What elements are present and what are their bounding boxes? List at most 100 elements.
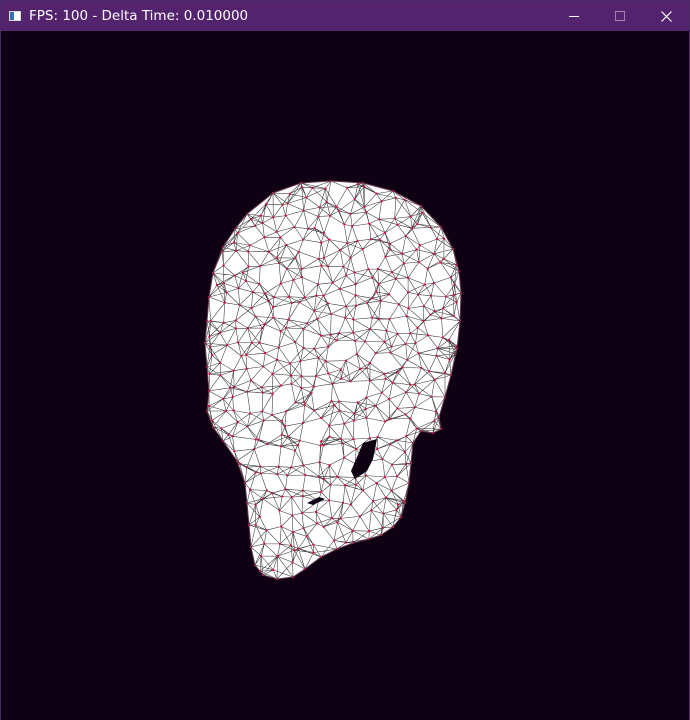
mesh-vertex bbox=[415, 427, 418, 430]
render-viewport[interactable] bbox=[1, 31, 689, 720]
mesh-vertex bbox=[314, 510, 318, 514]
mesh-vertex bbox=[208, 335, 211, 338]
mesh-vertex bbox=[254, 224, 257, 227]
mesh-vertex bbox=[344, 316, 347, 319]
mesh-vertex bbox=[219, 374, 222, 377]
mesh-vertex bbox=[339, 368, 343, 371]
mesh-vertex bbox=[377, 282, 380, 286]
mesh-vertex bbox=[254, 471, 257, 474]
mesh-vertex bbox=[236, 341, 240, 344]
mesh-vertex bbox=[413, 406, 416, 409]
mesh-vertex bbox=[276, 555, 279, 558]
app-window-icon bbox=[9, 11, 21, 21]
mesh-vertex bbox=[405, 435, 408, 438]
mesh-vertex bbox=[279, 330, 282, 333]
mesh-vertex bbox=[327, 345, 330, 348]
mesh-vertex bbox=[423, 283, 426, 286]
mesh-vertex bbox=[379, 299, 383, 302]
mesh-vertex bbox=[342, 456, 346, 459]
mesh-vertex bbox=[409, 383, 412, 386]
mesh-vertex bbox=[342, 442, 345, 445]
mesh-vertex bbox=[265, 489, 268, 492]
mesh-vertex bbox=[363, 205, 366, 209]
mesh-vertex bbox=[322, 477, 326, 481]
minimize-icon bbox=[569, 16, 579, 17]
mesh-vertex bbox=[265, 442, 269, 446]
mesh-vertex bbox=[254, 438, 257, 441]
mesh-vertex bbox=[422, 319, 425, 323]
mesh-vertex bbox=[294, 341, 297, 344]
mesh-vertex bbox=[339, 377, 343, 380]
mesh-vertex bbox=[433, 419, 436, 422]
mesh-vertex bbox=[260, 326, 264, 330]
mesh-vertex bbox=[401, 366, 404, 369]
mesh-vertex bbox=[417, 352, 420, 355]
mesh-vertex bbox=[416, 326, 419, 329]
mesh-vertex bbox=[267, 250, 271, 253]
mesh-vertex bbox=[298, 301, 301, 304]
mesh-vertex bbox=[338, 409, 341, 412]
mesh-vertex bbox=[410, 227, 413, 230]
mesh-vertex bbox=[429, 313, 432, 316]
mesh-vertex bbox=[272, 316, 275, 319]
mesh-vertex bbox=[343, 422, 346, 425]
mesh-vertex bbox=[289, 374, 293, 377]
mesh-vertex bbox=[240, 354, 243, 358]
mesh-vertex bbox=[383, 475, 387, 479]
mesh-vertex bbox=[328, 424, 331, 427]
mesh-vertex bbox=[390, 345, 393, 348]
mesh-vertex bbox=[293, 549, 296, 552]
mesh-vertex bbox=[452, 314, 456, 318]
mesh-vertex bbox=[406, 276, 410, 279]
mesh-vertex bbox=[233, 274, 236, 277]
mesh-vertex bbox=[259, 472, 262, 475]
mesh-vertex bbox=[244, 279, 248, 283]
mesh-vertex bbox=[312, 543, 315, 546]
mesh-vertex bbox=[415, 248, 418, 251]
mesh-vertex bbox=[320, 241, 323, 244]
mesh-vertex bbox=[389, 443, 392, 446]
mesh-vertex bbox=[337, 331, 341, 335]
close-button[interactable] bbox=[643, 1, 689, 31]
mesh-vertex bbox=[338, 287, 341, 290]
mesh-vertex bbox=[249, 412, 252, 415]
mesh-vertex bbox=[317, 215, 320, 218]
mesh-vertex bbox=[244, 353, 248, 357]
mesh-vertex bbox=[337, 400, 341, 403]
mesh-vertex bbox=[326, 302, 330, 305]
mesh-vertex bbox=[222, 282, 225, 285]
window-title: FPS: 100 - Delta Time: 0.010000 bbox=[29, 8, 249, 24]
mesh-vertex bbox=[263, 542, 266, 545]
mesh-vertex bbox=[380, 391, 383, 394]
mesh-vertex bbox=[279, 236, 282, 239]
mesh-vertex bbox=[236, 421, 239, 424]
mesh-vertex bbox=[335, 205, 338, 208]
mesh-vertex bbox=[281, 495, 284, 498]
mesh-vertex bbox=[225, 343, 229, 347]
mesh-vertex bbox=[396, 371, 399, 374]
mesh-vertex bbox=[233, 450, 236, 453]
maximize-button[interactable] bbox=[597, 1, 643, 31]
mesh-vertex bbox=[290, 301, 293, 305]
mesh-vertex bbox=[396, 503, 400, 506]
mesh-vertex bbox=[258, 341, 261, 344]
mesh-vertex bbox=[394, 277, 398, 280]
mesh-vertex bbox=[368, 436, 372, 440]
mesh-vertex bbox=[376, 435, 379, 439]
mesh-vertex bbox=[271, 306, 275, 309]
mesh-vertex bbox=[322, 256, 326, 260]
mesh-vertex bbox=[248, 488, 252, 491]
mesh-vertex bbox=[390, 489, 393, 492]
minimize-button[interactable] bbox=[551, 1, 597, 31]
mesh-vertex bbox=[416, 222, 419, 226]
mesh-vertex bbox=[420, 366, 423, 370]
mesh-vertex bbox=[303, 400, 306, 404]
mesh-vertex bbox=[225, 291, 228, 294]
mesh-vertex bbox=[384, 420, 387, 423]
mesh-vertex bbox=[332, 404, 336, 407]
mesh-vertex bbox=[426, 267, 429, 270]
title-bar[interactable]: FPS: 100 - Delta Time: 0.010000 bbox=[1, 1, 689, 31]
mesh-vertex bbox=[344, 274, 348, 277]
mesh-vertex bbox=[301, 495, 305, 498]
mesh-vertex bbox=[328, 214, 332, 217]
